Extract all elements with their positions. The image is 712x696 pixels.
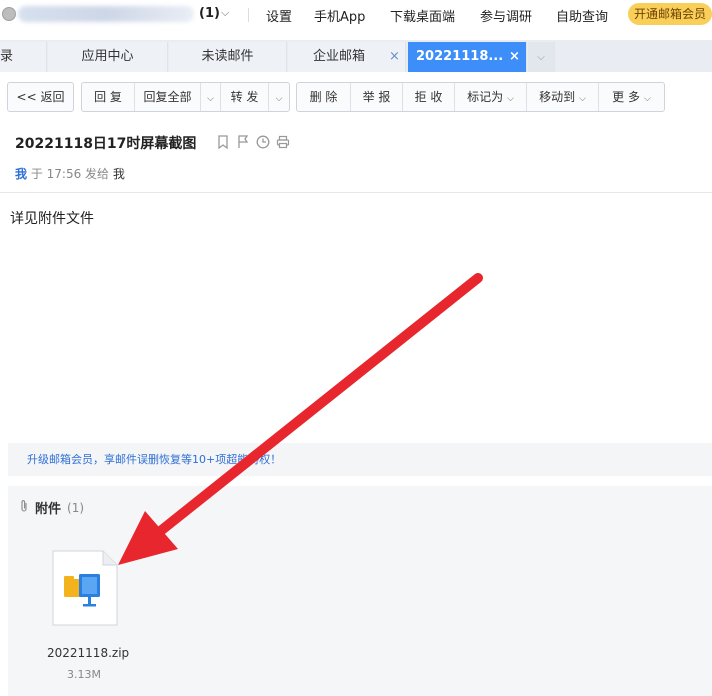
- attachment-title: 附件: [35, 502, 62, 517]
- reject-button[interactable]: 拒 收: [403, 83, 455, 111]
- settings-link[interactable]: 设置: [266, 6, 292, 25]
- chevron-down-icon: ⌵: [207, 94, 214, 104]
- delete-button[interactable]: 删 除: [297, 83, 351, 111]
- close-icon[interactable]: ×: [389, 42, 400, 72]
- avatar[interactable]: [2, 7, 16, 21]
- vip-button[interactable]: 开通邮箱会员: [628, 3, 712, 25]
- attachment-file-name[interactable]: 20221118.zip: [47, 646, 129, 660]
- reply-all-dropdown[interactable]: ⌵: [201, 83, 221, 111]
- tab-label: 20221118...: [416, 49, 504, 64]
- chevron-down-icon: ⌵: [644, 94, 651, 104]
- more-label: 更 多: [612, 90, 640, 104]
- mark-as-button[interactable]: 标记为 ⌵: [455, 83, 527, 111]
- tab-current-email[interactable]: 20221118... ×: [408, 42, 527, 72]
- account-name-blurred[interactable]: [18, 6, 194, 22]
- reply-all-button[interactable]: 回复全部: [135, 83, 201, 111]
- back-button[interactable]: << 返回: [8, 83, 73, 111]
- zip-file-icon[interactable]: [52, 550, 118, 626]
- move-to-button[interactable]: 移动到 ⌵: [527, 83, 599, 111]
- download-desktop-link[interactable]: 下载桌面端: [390, 6, 455, 25]
- sent-time: 于 17:56 发给: [30, 167, 110, 181]
- promo-banner[interactable]: 升级邮箱会员，享邮件误删恢复等10+项超能特权！: [8, 443, 712, 476]
- tab-more-dropdown[interactable]: ⌵: [528, 42, 555, 72]
- tab-label: 企业邮箱: [313, 49, 366, 64]
- attachment-panel: 附件 (1) 20221118.zip 3.13M: [8, 486, 712, 696]
- self-service-link[interactable]: 自助查询: [556, 6, 608, 25]
- tab-app-center[interactable]: 应用中心: [48, 42, 168, 72]
- move-to-label: 移动到: [539, 90, 576, 104]
- divider: [248, 8, 249, 22]
- forward-button[interactable]: 转 发: [221, 83, 269, 111]
- print-icon[interactable]: [275, 134, 291, 150]
- email-meta: 我 于 17:56 发给 我: [15, 165, 125, 182]
- attachment-count: (1): [67, 500, 85, 515]
- tab-unread-mail[interactable]: 未读邮件: [169, 42, 287, 72]
- mark-as-label: 标记为: [467, 90, 504, 104]
- survey-link[interactable]: 参与调研: [480, 6, 532, 25]
- email-subject: 20221118日17时屏幕截图: [15, 136, 197, 152]
- paperclip-icon: [19, 499, 29, 517]
- reply-button[interactable]: 回 复: [82, 83, 135, 111]
- chevron-down-icon: ⌵: [507, 94, 514, 104]
- subject-actions: [215, 134, 291, 150]
- tab-bar: 录 应用中心 未读邮件 企业邮箱 × 20221118... × ⌵: [0, 40, 712, 72]
- sender-name[interactable]: 我: [15, 167, 27, 181]
- forward-dropdown[interactable]: ⌵: [269, 83, 289, 111]
- chevron-down-icon[interactable]: ⌵: [221, 6, 229, 20]
- flag-icon[interactable]: [235, 134, 251, 150]
- recipient-name[interactable]: 我: [113, 167, 125, 181]
- top-bar: (1) ⌵ 设置 手机App 下载桌面端 参与调研 自助查询 开通邮箱会员: [0, 0, 712, 30]
- chevron-down-icon: ⌵: [537, 52, 545, 63]
- chevron-down-icon: ⌵: [579, 94, 586, 104]
- more-button[interactable]: 更 多 ⌵: [599, 83, 664, 111]
- tab-enterprise-mail[interactable]: 企业邮箱 ×: [288, 42, 406, 72]
- mobile-app-link[interactable]: 手机App: [314, 6, 365, 25]
- action-group: 删 除 举 报 拒 收 标记为 ⌵ 移动到 ⌵ 更 多 ⌵: [296, 82, 665, 112]
- mail-window: (1) ⌵ 设置 手机App 下载桌面端 参与调研 自助查询 开通邮箱会员 录 …: [0, 0, 712, 696]
- bookmark-icon[interactable]: [215, 134, 231, 150]
- mail-toolbar: << 返回 回 复 回复全部 ⌵ 转 发 ⌵ 删 除 举 报 拒 收 标记为 ⌵ …: [0, 82, 712, 114]
- back-group: << 返回: [7, 82, 74, 112]
- attachment-header: 附件 (1): [19, 498, 84, 517]
- chevron-down-icon: ⌵: [275, 94, 283, 104]
- report-button[interactable]: 举 报: [351, 83, 403, 111]
- close-icon[interactable]: ×: [509, 42, 520, 72]
- header-divider: [0, 192, 712, 193]
- email-body: 详见附件文件: [10, 211, 94, 227]
- unread-count: (1): [199, 6, 220, 21]
- attachment-file-size: 3.13M: [67, 668, 101, 681]
- tab-partial[interactable]: 录: [0, 42, 47, 72]
- reply-group: 回 复 回复全部 ⌵ 转 发 ⌵: [81, 82, 290, 112]
- clock-icon[interactable]: [255, 134, 271, 150]
